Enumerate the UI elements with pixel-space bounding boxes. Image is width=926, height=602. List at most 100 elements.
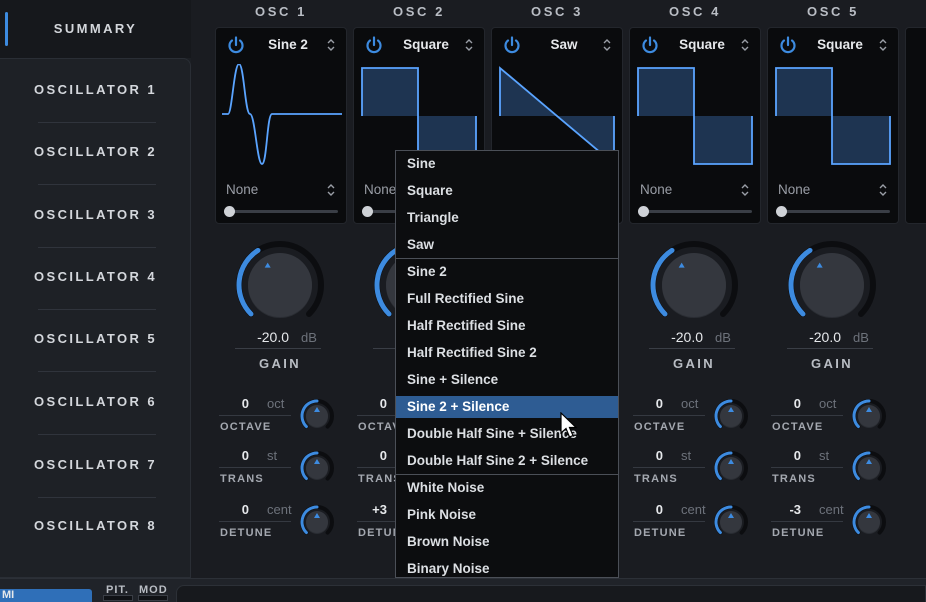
dropdown-option[interactable]: Half Rectified Sine	[396, 315, 618, 337]
dropdown-option[interactable]: Half Rectified Sine 2	[396, 342, 618, 364]
pitch-wheel[interactable]	[103, 595, 133, 601]
bottom-tab-label: MI	[2, 589, 15, 601]
dropdown-option[interactable]: Full Rectified Sine	[396, 288, 618, 310]
chevron-updown-icon[interactable]	[740, 38, 750, 52]
octave-value[interactable]: 0	[217, 396, 249, 411]
trans-value[interactable]: 0	[769, 448, 801, 463]
trans-underline	[633, 467, 705, 468]
keyboard-area[interactable]	[176, 585, 926, 602]
octave-label: OCTAVE	[220, 421, 272, 433]
power-icon[interactable]	[503, 36, 521, 54]
detune-value[interactable]: 0	[631, 502, 663, 517]
modulation-select[interactable]: None	[778, 182, 810, 197]
morph-slider[interactable]	[776, 206, 890, 217]
trans-knob[interactable]	[298, 449, 336, 487]
dropdown-option[interactable]: Triangle	[396, 207, 618, 229]
sidebar-item-oscillator-1[interactable]: OSCILLATOR 1	[0, 82, 191, 102]
dropdown-option[interactable]: Sine 2	[396, 261, 618, 283]
detune-knob[interactable]	[712, 503, 750, 541]
trans-value[interactable]: 0	[355, 448, 387, 463]
sidebar-list: OSCILLATOR 1 OSCILLATOR 2 OSCILLATOR 3 OSCI…	[0, 58, 191, 578]
chevron-updown-icon[interactable]	[878, 183, 888, 197]
octave-knob[interactable]	[298, 397, 336, 435]
sidebar-item-oscillator-7[interactable]: OSCILLATOR 7	[0, 457, 191, 477]
slider-handle[interactable]	[224, 206, 235, 217]
dropdown-option[interactable]: Double Half Sine + Silence	[396, 423, 618, 445]
octave-value[interactable]: 0	[631, 396, 663, 411]
octave-value[interactable]: 0	[355, 396, 387, 411]
dropdown-option[interactable]: Double Half Sine 2 + Silence	[396, 450, 618, 472]
slider-handle[interactable]	[776, 206, 787, 217]
sidebar-item-oscillator-6[interactable]: OSCILLATOR 6	[0, 394, 191, 414]
dropdown-option[interactable]: Brown Noise	[396, 531, 618, 553]
gain-value[interactable]: -20.0	[643, 329, 703, 345]
octave-underline	[219, 415, 291, 416]
waveform-select[interactable]: Square	[804, 37, 876, 52]
trans-value[interactable]: 0	[631, 448, 663, 463]
modulation-select[interactable]: None	[226, 182, 258, 197]
dropdown-option[interactable]: Saw	[396, 234, 618, 256]
dropdown-option[interactable]: Binary Noise	[396, 558, 618, 580]
chevron-updown-icon[interactable]	[878, 38, 888, 52]
waveform-select[interactable]: Saw	[528, 37, 600, 52]
waveform-select[interactable]: Square	[666, 37, 738, 52]
dropdown-option[interactable]: White Noise	[396, 477, 618, 499]
trans-knob[interactable]	[850, 449, 888, 487]
trans-unit: st	[681, 448, 692, 463]
detune-value[interactable]: 0	[217, 502, 249, 517]
modulation-select[interactable]: None	[364, 182, 396, 197]
power-icon[interactable]	[641, 36, 659, 54]
sidebar-item-oscillator-2[interactable]: OSCILLATOR 2	[0, 144, 191, 164]
gain-knob[interactable]	[235, 240, 325, 330]
sidebar-item-oscillator-8[interactable]: OSCILLATOR 8	[0, 518, 191, 538]
chevron-updown-icon[interactable]	[740, 183, 750, 197]
sidebar-divider	[38, 497, 156, 498]
sidebar-item-oscillator-5[interactable]: OSCILLATOR 5	[0, 331, 191, 351]
detune-knob[interactable]	[850, 503, 888, 541]
octave-knob[interactable]	[850, 397, 888, 435]
octave-unit: oct	[819, 396, 837, 411]
dropdown-option[interactable]: Square	[396, 180, 618, 202]
dropdown-option[interactable]: Sine + Silence	[396, 369, 618, 391]
gain-knob[interactable]	[787, 240, 877, 330]
slider-handle[interactable]	[638, 206, 649, 217]
detune-knob[interactable]	[298, 503, 336, 541]
trans-value[interactable]: 0	[217, 448, 249, 463]
waveform-select[interactable]: Square	[390, 37, 462, 52]
trans-knob[interactable]	[712, 449, 750, 487]
modulation-select[interactable]: None	[640, 182, 672, 197]
waveform-card: Square None	[767, 27, 899, 224]
octave-knob[interactable]	[712, 397, 750, 435]
gain-underline	[649, 348, 735, 349]
chevron-updown-icon[interactable]	[464, 38, 474, 52]
gain-knob[interactable]	[649, 240, 739, 330]
waveform-select[interactable]: Sine 2	[252, 37, 324, 52]
gain-value[interactable]: -20.0	[781, 329, 841, 345]
waveform-dropdown-menu[interactable]: Sine Square Triangle Saw Sine 2 Full Rectifie…	[395, 150, 619, 578]
morph-slider[interactable]	[224, 206, 338, 217]
detune-label: DETUNE	[634, 527, 687, 539]
osc-title: OSC 3	[530, 4, 583, 19]
mod-wheel[interactable]	[138, 595, 168, 601]
bottom-tab-active[interactable]: MI	[0, 589, 92, 602]
chevron-updown-icon[interactable]	[602, 38, 612, 52]
dropdown-option[interactable]: Sine	[396, 153, 618, 175]
chevron-updown-icon[interactable]	[326, 38, 336, 52]
slider-handle[interactable]	[362, 206, 373, 217]
power-icon[interactable]	[227, 36, 245, 54]
detune-value[interactable]: +3	[355, 502, 387, 517]
sidebar-item-oscillator-3[interactable]: OSCILLATOR 3	[0, 207, 191, 227]
chevron-updown-icon[interactable]	[326, 183, 336, 197]
sidebar-item-oscillator-4[interactable]: OSCILLATOR 4	[0, 269, 191, 289]
morph-slider[interactable]	[638, 206, 752, 217]
dropdown-option[interactable]: Pink Noise	[396, 504, 618, 526]
gain-value[interactable]: -20.0	[229, 329, 289, 345]
dropdown-separator	[396, 258, 618, 259]
detune-value[interactable]: -3	[769, 502, 801, 517]
sidebar-item-summary[interactable]: SUMMARY	[0, 0, 191, 58]
power-icon[interactable]	[365, 36, 383, 54]
power-icon[interactable]	[779, 36, 797, 54]
octave-value[interactable]: 0	[769, 396, 801, 411]
dropdown-option-selected[interactable]: Sine 2 + Silence	[396, 396, 618, 418]
detune-underline	[771, 521, 843, 522]
